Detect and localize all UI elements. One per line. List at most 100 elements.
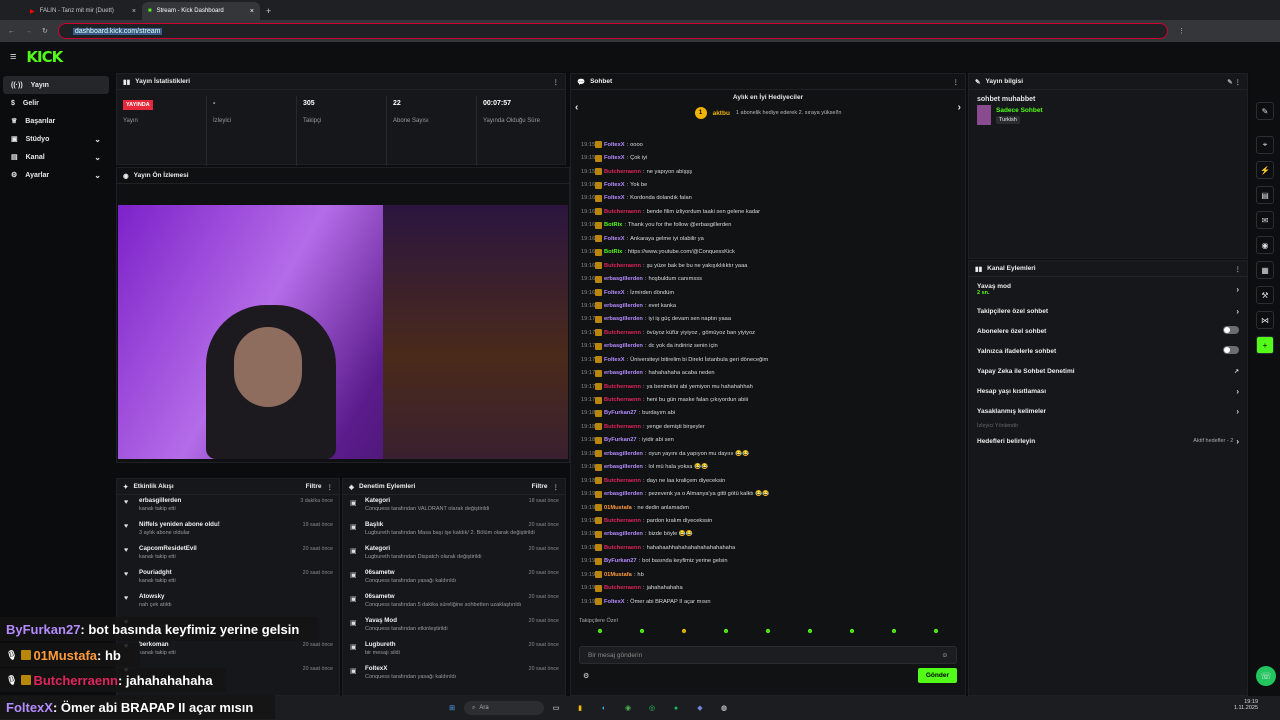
chat-username[interactable]: Butcherraenn bbox=[604, 169, 641, 175]
chat-username[interactable]: ByFurkan27 bbox=[604, 437, 637, 443]
sub-only-toggle[interactable] bbox=[1223, 326, 1239, 334]
chat-username[interactable]: FoltexX bbox=[604, 599, 625, 605]
goals-row[interactable]: Hedefleri belirleyin Aktif hedefler - 2 › bbox=[969, 431, 1247, 451]
new-tab-icon[interactable]: + bbox=[266, 6, 271, 16]
close-icon[interactable]: × bbox=[250, 8, 254, 15]
extensions-icon[interactable]: ⋮ bbox=[1178, 27, 1185, 35]
send-button[interactable]: Gönder bbox=[917, 668, 957, 683]
chat-username[interactable]: FoltexX bbox=[604, 155, 625, 161]
chat-username[interactable]: 01Mustafa bbox=[604, 572, 632, 578]
chat-username[interactable]: Butcherraenn bbox=[604, 424, 641, 430]
chat-icon[interactable]: ✉ bbox=[1256, 211, 1274, 229]
taskbar-search[interactable]: ⌕ Ara bbox=[464, 701, 544, 715]
sidebar-item-studyo[interactable]: ▣ Stüdyo ⌄ bbox=[3, 130, 109, 148]
address-bar[interactable]: dashboard.kick.com/stream bbox=[57, 23, 1168, 39]
more-icon[interactable]: ⋮ bbox=[1235, 265, 1242, 273]
chat-username[interactable]: Butcherraenn bbox=[604, 209, 641, 215]
more-icon[interactable]: ⋮ bbox=[953, 78, 960, 86]
plus-box-icon[interactable]: + bbox=[1256, 336, 1274, 354]
bolt-icon[interactable]: ⚡ bbox=[1256, 161, 1274, 179]
obs-icon[interactable]: ◍ bbox=[717, 701, 731, 715]
chat-username[interactable]: Butcherraenn bbox=[604, 545, 641, 551]
sidebar-item-gelir[interactable]: $ Gelir bbox=[3, 94, 109, 112]
edit-icon[interactable]: ✎ bbox=[1256, 102, 1274, 120]
menu-icon[interactable]: ≡ bbox=[10, 51, 16, 63]
chrome-icon[interactable]: ◉ bbox=[621, 701, 635, 715]
spotify-icon[interactable]: ● bbox=[669, 701, 683, 715]
stream-preview-video[interactable] bbox=[118, 205, 568, 459]
chat-username[interactable]: FoltexX bbox=[604, 182, 625, 188]
emote-icon[interactable]: ☻ bbox=[596, 628, 603, 642]
crosshair-icon[interactable]: ⌖ bbox=[1256, 136, 1274, 154]
broadcast-icon[interactable]: ◉ bbox=[1256, 236, 1274, 254]
slow-mode-row[interactable]: Yavaş mod 2 sn. › bbox=[969, 277, 1247, 301]
follower-only-row[interactable]: Takipçilere özel sohbet › bbox=[969, 301, 1247, 321]
emote-icon[interactable]: ☻ bbox=[764, 628, 771, 642]
chat-username[interactable]: erbasgillerden bbox=[604, 370, 643, 376]
chat-username[interactable]: erbasgillerden bbox=[604, 343, 643, 349]
chat-username[interactable]: 01Mustafa bbox=[604, 505, 632, 511]
chat-username[interactable]: FoltexX bbox=[604, 290, 625, 296]
chat-username[interactable]: FoltexX bbox=[604, 236, 625, 242]
emote-icon[interactable]: ☻ bbox=[848, 628, 855, 642]
category-name[interactable]: Sadece Sohbet bbox=[996, 107, 1043, 114]
chat-username[interactable]: Butcherraenn bbox=[604, 518, 641, 524]
chevron-left-icon[interactable]: ‹ bbox=[575, 102, 578, 113]
kick-logo[interactable]: KICK bbox=[26, 48, 63, 66]
emote-only-toggle[interactable] bbox=[1223, 346, 1239, 354]
reload-icon[interactable]: ↻ bbox=[42, 27, 48, 35]
chat-username[interactable]: erbasgillerden bbox=[604, 531, 643, 537]
chat-username[interactable]: FoltexX bbox=[604, 357, 625, 363]
chat-username[interactable]: erbasgillerden bbox=[604, 316, 643, 322]
emote-icon[interactable]: ☻ bbox=[722, 628, 729, 642]
ai-moderation-row[interactable]: Yapay Zeka ile Sohbet Denetimi ↗ bbox=[969, 361, 1247, 381]
back-icon[interactable]: ← bbox=[8, 28, 15, 35]
chat-username[interactable]: BotRix bbox=[604, 222, 622, 228]
close-icon[interactable]: × bbox=[132, 8, 136, 15]
chat-username[interactable]: Butcherraenn bbox=[604, 478, 641, 484]
whatsapp-icon[interactable]: ◎ bbox=[645, 701, 659, 715]
emote-icon[interactable]: ☻ bbox=[680, 628, 687, 642]
chat-username[interactable]: erbasgillerden bbox=[604, 276, 643, 282]
filter-button[interactable]: Filtre bbox=[532, 483, 548, 490]
chat-input[interactable]: Bir mesaj gönderin ☺ bbox=[579, 646, 957, 664]
chat-username[interactable]: Butcherraenn bbox=[604, 384, 641, 390]
more-icon[interactable]: ⋮ bbox=[553, 78, 560, 86]
edge-icon[interactable]: ◐ bbox=[597, 701, 611, 715]
chat-username[interactable]: FoltexX bbox=[604, 195, 625, 201]
sidebar-item-basarilar[interactable]: ♕ Başarılar bbox=[3, 112, 109, 130]
chat-username[interactable]: Butcherraenn bbox=[604, 330, 641, 336]
share-icon[interactable]: ⋈ bbox=[1256, 311, 1274, 329]
chat-username[interactable]: ByFurkan27 bbox=[604, 558, 637, 564]
banned-words-row[interactable]: Yasaklanmış kelimeler › bbox=[969, 401, 1247, 421]
list-icon[interactable]: ▤ bbox=[1256, 186, 1274, 204]
discord-icon[interactable]: ◆ bbox=[693, 701, 707, 715]
chat-username[interactable]: BotRix bbox=[604, 249, 622, 255]
task-view-icon[interactable]: ▭ bbox=[549, 701, 563, 715]
chat-settings-icon[interactable]: ⚙ bbox=[583, 672, 589, 680]
chat-username[interactable]: erbasgillerden bbox=[604, 464, 643, 470]
forward-icon[interactable]: → bbox=[25, 28, 32, 35]
chat-username[interactable]: erbasgillerden bbox=[604, 451, 643, 457]
browser-tab-kick[interactable]: ■ Stream - Kick Dashboard × bbox=[142, 2, 260, 20]
emote-icon[interactable]: ☻ bbox=[806, 628, 813, 642]
chat-username[interactable]: erbasgillerden bbox=[604, 303, 643, 309]
more-icon[interactable]: ⋮ bbox=[553, 483, 560, 491]
filter-button[interactable]: Filtre bbox=[306, 483, 322, 490]
account-age-row[interactable]: Hesap yaşı kısıtlaması › bbox=[969, 381, 1247, 401]
tool-icon[interactable]: ⚒ bbox=[1256, 286, 1274, 304]
edit-icon[interactable]: ✎ ⋮ bbox=[1227, 78, 1241, 86]
chat-username[interactable]: ByFurkan27 bbox=[604, 410, 637, 416]
emote-icon[interactable]: ☻ bbox=[890, 628, 897, 642]
file-explorer-icon[interactable]: ▮ bbox=[573, 701, 587, 715]
sidebar-item-kanal[interactable]: ▤ Kanal ⌄ bbox=[3, 148, 109, 166]
sidebar-item-ayarlar[interactable]: ⚙ Ayarlar ⌄ bbox=[3, 166, 109, 184]
chat-username[interactable]: Butcherraenn bbox=[604, 263, 641, 269]
chat-username[interactable]: Butcherraenn bbox=[604, 585, 641, 591]
support-chat-icon[interactable]: ☏ bbox=[1256, 666, 1276, 686]
chat-username[interactable]: FoltexX bbox=[604, 142, 625, 148]
panel-icon[interactable]: ▦ bbox=[1256, 261, 1274, 279]
sidebar-item-yayin[interactable]: ((·)) Yayın bbox=[3, 76, 109, 94]
browser-tab-youtube[interactable]: ▶ FALIN - Tanz mit mir (Duett) × bbox=[24, 2, 142, 20]
more-icon[interactable]: ⋮ bbox=[327, 483, 334, 491]
